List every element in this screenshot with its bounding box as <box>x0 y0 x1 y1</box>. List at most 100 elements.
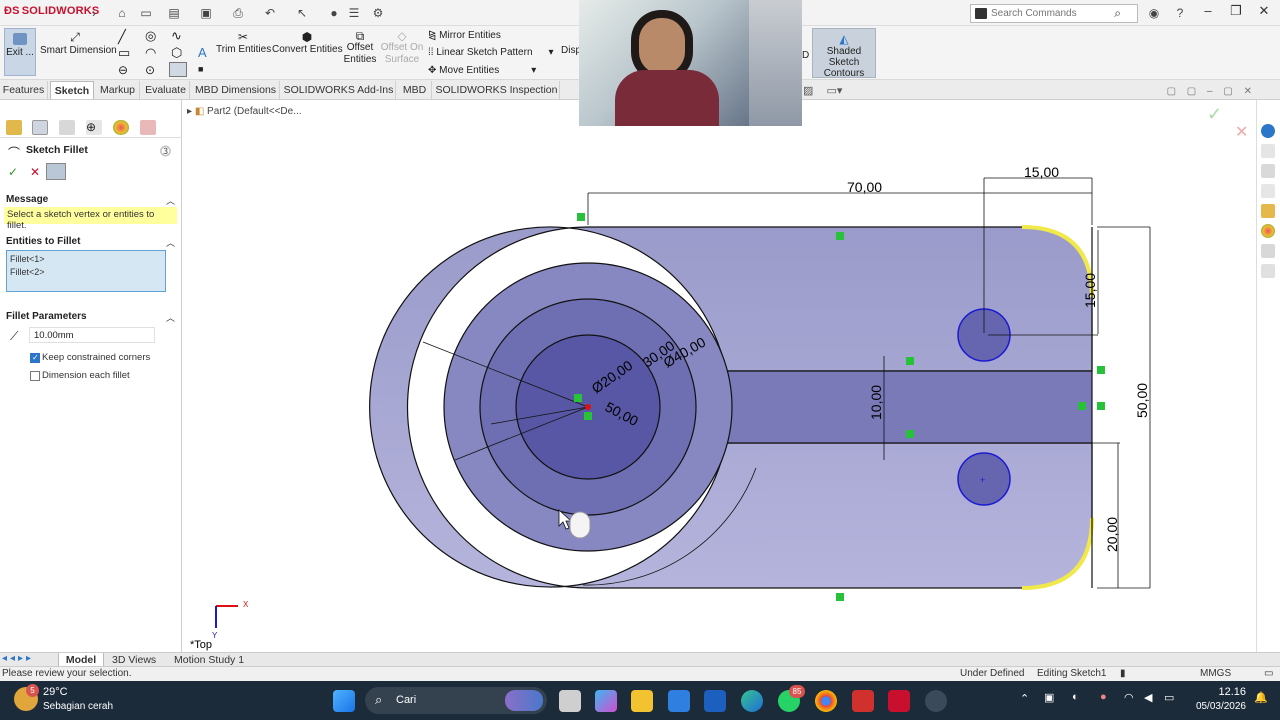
dimension-20[interactable]: 20,00 <box>1104 517 1120 552</box>
tile-icon[interactable]: ▢ <box>1187 86 1196 97</box>
line-icon[interactable]: ╱ <box>118 29 126 45</box>
message-section-header[interactable]: Message <box>6 194 48 205</box>
tray-app-icon[interactable]: ▣ <box>1044 691 1054 704</box>
keep-visible-pin-icon[interactable] <box>46 163 66 180</box>
close-button[interactable]: ✕ <box>1254 3 1274 21</box>
task-view-icon[interactable] <box>559 690 581 712</box>
maximize-icon[interactable]: ▢ <box>1223 86 1232 97</box>
fillet-parameters-header[interactable]: Fillet Parameters <box>6 311 87 322</box>
close-icon[interactable]: ✕ <box>1244 86 1252 97</box>
meet-icon[interactable]: ◐ <box>1072 691 1079 703</box>
tab-markup[interactable]: Markup <box>96 81 140 99</box>
plane-icon[interactable]: ■ <box>198 64 203 74</box>
convert-entities-button[interactable]: ⬢ Convert Entities <box>272 30 343 55</box>
dropdown-icon[interactable]: ▾ <box>531 65 536 76</box>
property-manager-tab-icon[interactable] <box>32 120 48 135</box>
save-icon[interactable]: ▣ <box>198 5 214 21</box>
list-item[interactable]: Fillet<2> <box>10 266 162 279</box>
point-icon[interactable]: ⊙ <box>145 63 155 77</box>
user-account-icon[interactable]: ◉ <box>1146 5 1162 21</box>
smart-dimension-button[interactable]: ⤢ Smart Dimension <box>40 30 117 56</box>
instant-2d-button[interactable]: D <box>802 50 809 61</box>
tab-scroll-arrows-icon[interactable]: ◂◂▸▸ <box>2 653 34 664</box>
tab-solidworks-addins[interactable]: SOLIDWORKS Add-Ins <box>282 81 396 99</box>
display-style-icon[interactable]: ▨ <box>803 85 813 97</box>
file-explorer-icon[interactable] <box>631 690 653 712</box>
chevron-right-icon[interactable]: › <box>86 5 102 21</box>
move-entities-button[interactable]: ✥ Move Entities ▾ <box>428 65 536 76</box>
battery-icon[interactable]: ▭ <box>1164 691 1174 704</box>
home-icon[interactable] <box>1261 144 1275 158</box>
dimension-10[interactable]: 10,00 <box>868 385 884 420</box>
minimize-icon[interactable]: – <box>1207 86 1213 97</box>
restore-button[interactable]: ❐ <box>1226 3 1246 21</box>
tab-features[interactable]: Features <box>0 81 48 99</box>
graphics-area[interactable]: ▸ ◧ Part2 (Default<<De... ▨ ▭▾ ▢ ▢ – ▢ ✕… <box>183 85 1256 652</box>
tab-mbd-dimensions[interactable]: MBD Dimensions <box>192 81 280 99</box>
dimension-70[interactable]: 70,00 <box>847 179 882 195</box>
rebuild-icon[interactable]: ▮ <box>1120 668 1126 679</box>
entities-section-header[interactable]: Entities to Fillet <box>6 236 80 247</box>
file-properties-icon[interactable]: ☰ <box>346 5 362 21</box>
windows-start-icon[interactable] <box>333 690 355 712</box>
chrome-icon[interactable] <box>815 690 837 712</box>
copilot-icon[interactable] <box>595 690 617 712</box>
dropdown-icon[interactable]: ▾ <box>549 47 554 58</box>
collapse-chevron-icon[interactable]: ︿ <box>166 311 175 324</box>
mirror-entities-button[interactable]: ⧎ Mirror Entities <box>428 30 501 41</box>
new-document-icon[interactable]: ▭ <box>138 5 154 21</box>
list-item[interactable]: Fillet<1> <box>10 253 162 266</box>
customize-icon[interactable]: ▭ <box>1264 668 1273 679</box>
collapse-icon[interactable]: ▢ <box>1167 86 1176 97</box>
cancel-x-icon[interactable]: ✕ <box>30 165 40 179</box>
circle-icon[interactable]: ◎ <box>145 28 156 44</box>
units-selector[interactable]: MMGS <box>1200 668 1231 679</box>
taskbar-search[interactable]: ⌕ Cari <box>365 687 547 714</box>
tab-mbd[interactable]: MBD <box>398 81 432 99</box>
rebuild-traffic-light-icon[interactable]: ● <box>326 5 342 21</box>
open-folder-icon[interactable]: ▤ <box>166 5 182 21</box>
shaded-sketch-contours-button[interactable]: ◭ Shaded Sketch Contours <box>812 28 876 79</box>
wps-office-icon[interactable] <box>852 690 874 712</box>
collapse-chevron-icon[interactable]: ︿ <box>166 194 175 207</box>
search-input[interactable] <box>991 6 1111 21</box>
tab-sketch[interactable]: Sketch <box>50 81 94 99</box>
trim-entities-button[interactable]: ✂ Trim Entities <box>216 30 271 55</box>
display-manager-tab-icon[interactable] <box>113 120 129 135</box>
volume-icon[interactable]: ◀ <box>1144 691 1152 704</box>
offset-entities-button[interactable]: ⧉ Offset Entities <box>340 30 380 66</box>
weather-description[interactable]: Sebagian cerah <box>43 701 113 712</box>
visual-studio-icon[interactable] <box>668 690 690 712</box>
tab-evaluate[interactable]: Evaluate <box>142 81 190 99</box>
undo-icon[interactable]: ↶ <box>262 5 278 21</box>
help-icon[interactable]: ? <box>1172 5 1188 21</box>
tab-motion-study[interactable]: Motion Study 1 <box>174 653 244 667</box>
tab-3d-views[interactable]: 3D Views <box>112 653 156 667</box>
help-icon[interactable]: ⓷ <box>160 143 171 159</box>
search-icon[interactable]: ⌕ <box>1114 6 1121 21</box>
edge-icon[interactable] <box>741 690 763 712</box>
clock-date[interactable]: 05/03/2026 <box>1190 701 1246 712</box>
origin-point[interactable] <box>585 404 591 410</box>
heads-up-view-toolbar[interactable]: ▨ ▭▾ <box>803 84 842 97</box>
show-hidden-icons-icon[interactable]: ⌃ <box>1020 692 1029 705</box>
ok-checkmark-icon[interactable]: ✓ <box>8 165 18 179</box>
text-icon[interactable]: A <box>198 45 207 60</box>
minimize-button[interactable]: – <box>1198 3 1218 21</box>
solidworks-taskbar-icon[interactable] <box>888 690 910 712</box>
appearances-icon[interactable] <box>1261 224 1275 238</box>
dimxpert-tab-icon[interactable]: ⊕ <box>86 120 102 135</box>
clock-time[interactable]: 12.16 <box>1214 686 1246 698</box>
solidworks-forum-icon[interactable] <box>1261 264 1275 278</box>
view-settings-icon[interactable]: ▭▾ <box>826 85 842 97</box>
notifications-icon[interactable]: 🔔 <box>1254 691 1268 704</box>
app-icon[interactable] <box>925 690 947 712</box>
search-commands[interactable]: ⌕ <box>970 4 1138 23</box>
spline-icon[interactable]: ∿ <box>171 28 182 44</box>
file-explorer-icon[interactable] <box>1261 184 1275 198</box>
arc-icon[interactable]: ◠ <box>145 45 156 61</box>
cam-tab-icon[interactable] <box>140 120 156 135</box>
configuration-manager-tab-icon[interactable] <box>59 120 75 135</box>
dimension-15-horizontal[interactable]: 15,00 <box>1024 164 1059 180</box>
solidworks-resources-icon[interactable] <box>1261 124 1275 138</box>
